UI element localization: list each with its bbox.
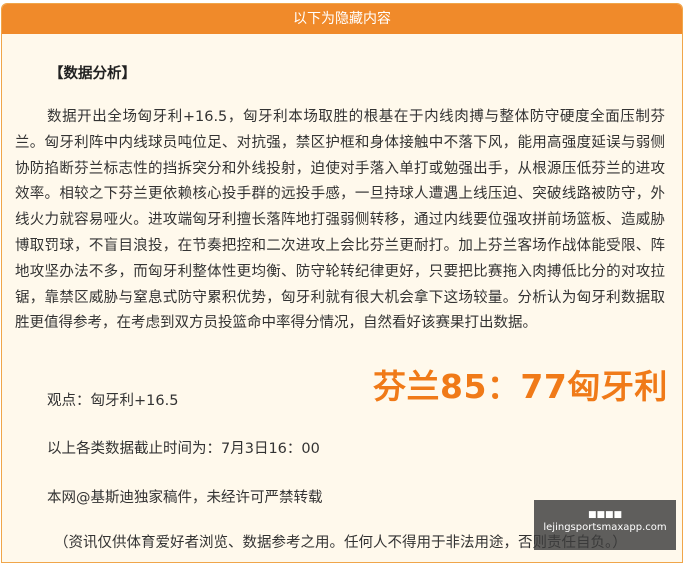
score-overlay: 芬兰85：77匈牙利: [373, 367, 668, 406]
panel-title: 以下为隐藏内容: [293, 11, 391, 27]
watermark-label: ■■■■: [587, 510, 622, 520]
copyright-line: 本网@基斯迪独家稿件，未经许可严禁转载: [47, 490, 323, 506]
analysis-paragraph: 数据开出全场匈牙利+16.5，匈牙利本场取胜的根基在于内线肉搏与整体防守硬度全面…: [15, 109, 665, 332]
panel-header: 以下为隐藏内容: [2, 4, 682, 34]
site-watermark[interactable]: ■■■■ lejingsportsmaxapp.com: [534, 500, 676, 550]
watermark-url: lejingsportsmaxapp.com: [543, 522, 667, 533]
deadline-line: 以上各类数据截止时间为：7月3日16：00: [47, 441, 320, 457]
section-title: 【数据分析】: [49, 66, 136, 82]
hidden-content-panel: 以下为隐藏内容 【数据分析】 数据开出全场匈牙利+16.5，匈牙利本场取胜的根基…: [1, 3, 683, 563]
viewpoint-line: 观点：匈牙利+16.5: [47, 393, 179, 409]
